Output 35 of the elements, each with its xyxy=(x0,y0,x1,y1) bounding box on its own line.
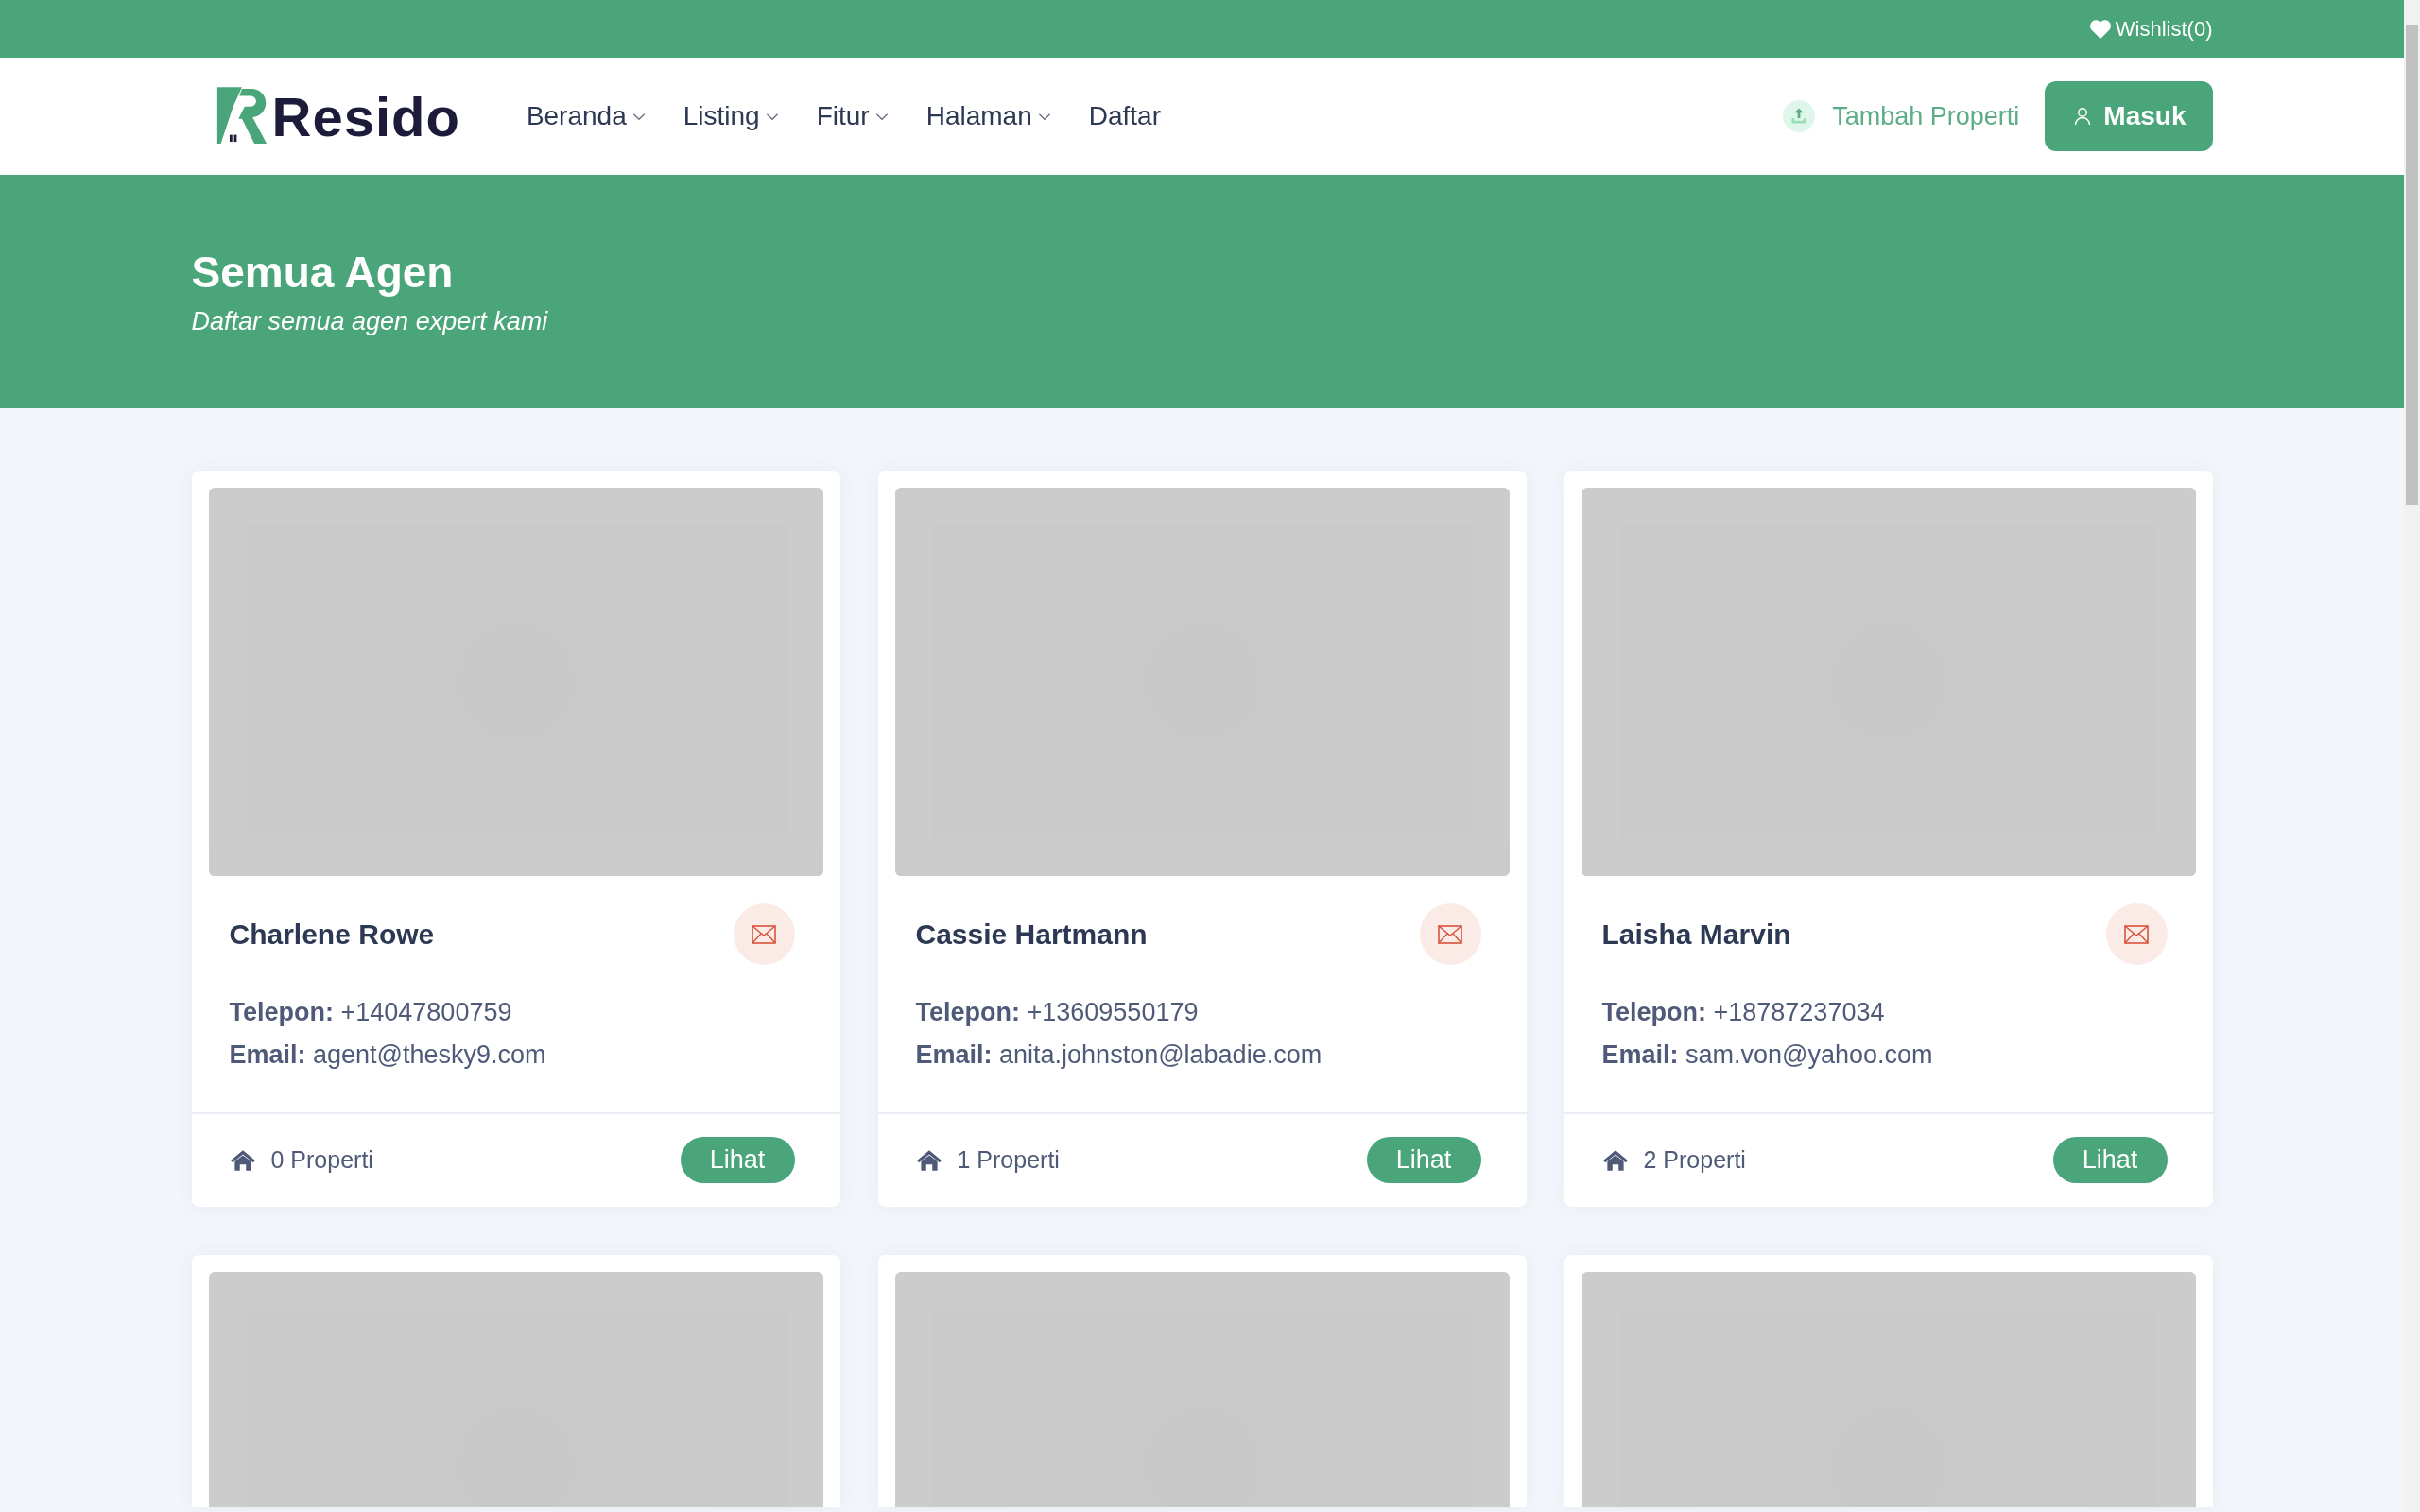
upload-icon xyxy=(1783,100,1816,132)
nav-link[interactable]: Fitur xyxy=(816,101,889,131)
chevron-down-icon xyxy=(765,112,779,121)
envelope-icon xyxy=(1438,924,1462,944)
property-count: 2 Properti xyxy=(1643,1146,1746,1174)
agent-name: Charlene Rowe xyxy=(229,918,435,951)
logo-text[interactable]: Resido xyxy=(271,84,460,148)
property-count: 1 Properti xyxy=(957,1146,1060,1174)
nav-link[interactable]: Listing xyxy=(683,101,779,131)
user-icon xyxy=(2073,107,2093,126)
agent-phone: Telepon: +14047800759 xyxy=(229,997,513,1028)
house-icon xyxy=(915,1148,942,1172)
envelope-icon xyxy=(2124,924,2149,944)
nav-link[interactable]: Halaman xyxy=(925,101,1051,131)
house-icon xyxy=(229,1148,256,1172)
agent-name: Cassie Hartmann xyxy=(915,918,1148,951)
page-subtitle: Daftar semua agen expert kami xyxy=(191,307,549,336)
nav-link[interactable]: Daftar xyxy=(1088,101,1161,131)
agent-email: Email: sam.von@yahoo.com xyxy=(1601,1040,1934,1071)
page-title: Semua Agen xyxy=(191,247,455,298)
heart-icon xyxy=(2088,18,2112,40)
chevron-down-icon xyxy=(874,112,889,121)
property-count: 0 Properti xyxy=(270,1146,373,1174)
scrollbar-thumb[interactable] xyxy=(2406,25,2418,505)
nav-link[interactable]: Beranda xyxy=(526,101,646,131)
house-icon xyxy=(1601,1148,1629,1172)
scrollbar[interactable] xyxy=(2404,0,2420,1512)
agent-phone: Telepon: +13609550179 xyxy=(915,997,1200,1028)
envelope-icon xyxy=(752,924,776,944)
chevron-down-icon xyxy=(631,112,646,121)
agent-name: Laisha Marvin xyxy=(1601,918,1791,951)
agent-phone: Telepon: +18787237034 xyxy=(1601,997,1886,1028)
chevron-down-icon xyxy=(1037,112,1051,121)
agent-email: Email: agent@thesky9.com xyxy=(229,1040,547,1071)
agent-email: Email: anita.johnston@labadie.com xyxy=(915,1040,1323,1071)
